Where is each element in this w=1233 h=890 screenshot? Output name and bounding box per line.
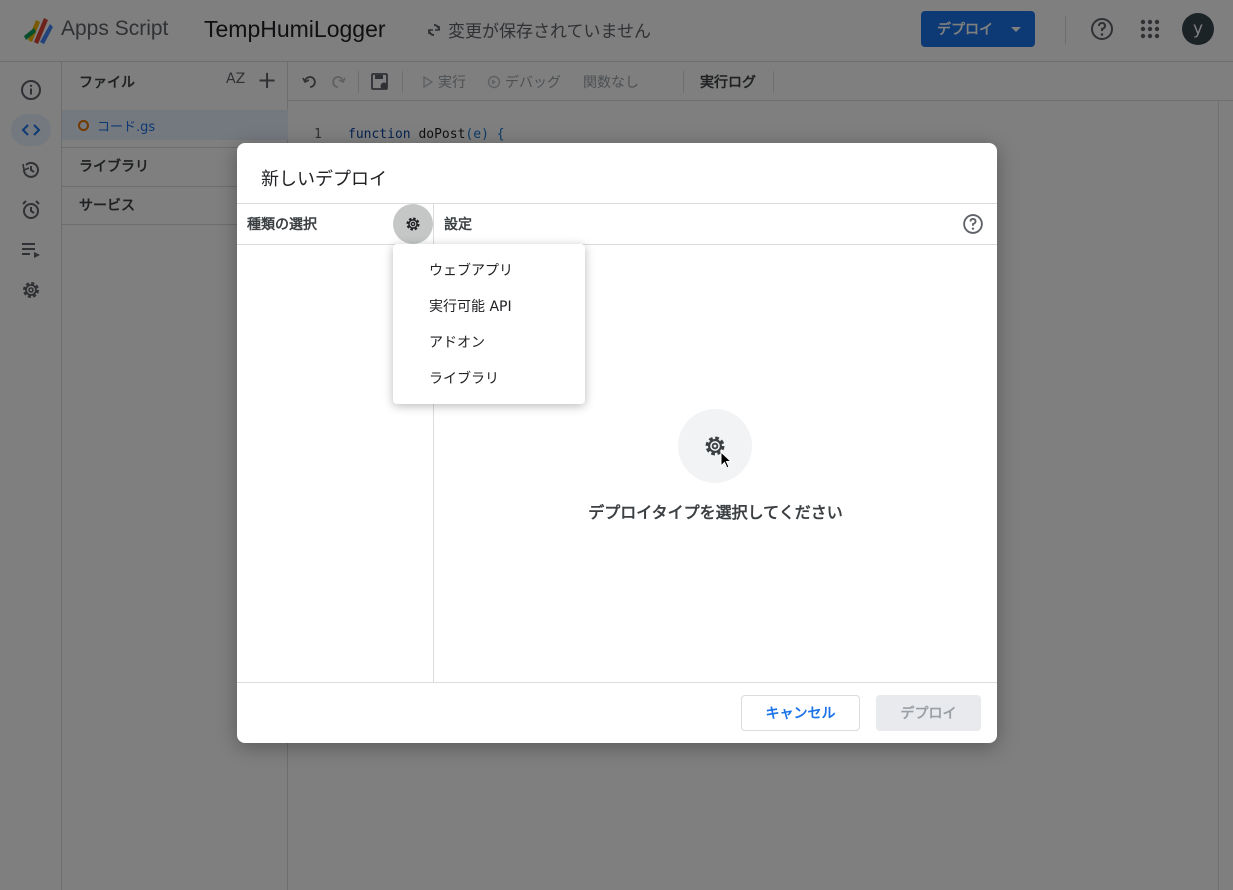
deployment-type-placeholder [678,409,752,483]
dialog-deploy-button[interactable]: デプロイ [876,695,981,731]
menu-item-web-app[interactable]: ウェブアプリ [393,252,585,288]
deployment-type-menu: ウェブアプリ 実行可能 API アドオン ライブラリ [393,244,585,404]
menu-item-library[interactable]: ライブラリ [393,360,585,396]
empty-state-message: デプロイタイプを選択してください [588,503,843,522]
divider [237,244,997,245]
settings-label: 設定 [444,217,472,233]
divider [237,203,997,204]
menu-item-addon[interactable]: アドオン [393,324,585,360]
help-icon[interactable] [962,213,984,235]
divider [237,682,997,683]
gear-icon [406,217,420,231]
dialog-title: 新しいデプロイ [261,169,387,190]
select-type-label: 種類の選択 [247,217,317,233]
cancel-button[interactable]: キャンセル [741,695,860,731]
select-type-button[interactable] [393,204,433,244]
new-deployment-dialog: 新しいデプロイ 種類の選択 設定 デプロイタイプを選択してください キャンセル … [237,143,997,743]
mouse-cursor-icon [720,451,733,469]
menu-item-api-executable[interactable]: 実行可能 API [393,288,585,324]
